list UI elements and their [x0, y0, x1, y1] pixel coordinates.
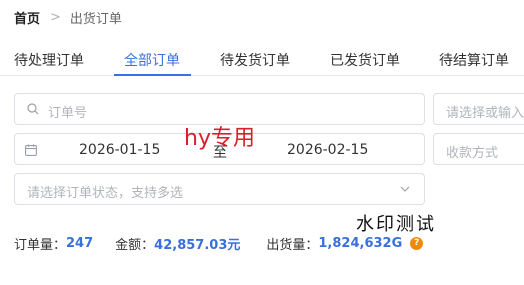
breadcrumb-home[interactable]: 首页	[14, 8, 40, 27]
date-start[interactable]: 2026-01-15	[79, 142, 160, 158]
tab-to-ship[interactable]: 待发货订单	[220, 50, 290, 70]
order-number-placeholder: 订单号	[48, 106, 88, 121]
tab-all[interactable]: 全部订单	[124, 50, 180, 70]
tab-to-settle[interactable]: 待结算订单	[439, 50, 509, 70]
payment-method-select[interactable]: 收款方式	[433, 133, 524, 165]
amount-value: 42,857.03元	[154, 237, 241, 253]
order-summary: 订单量： 247 金额： 42,857.03元 出货量： 1,824,632G …	[14, 234, 424, 253]
order-count-label: 订单量：	[14, 237, 67, 253]
calendar-icon	[25, 144, 37, 156]
date-end[interactable]: 2026-02-15	[287, 142, 368, 158]
shipped-value: 1,824,632G	[318, 235, 403, 251]
amount-label: 金额：	[115, 237, 155, 253]
tab-shipped[interactable]: 已发货订单	[330, 50, 400, 70]
right-select-input[interactable]: 请选择或输入	[433, 93, 524, 125]
tab-pending[interactable]: 待处理订单	[14, 50, 84, 70]
breadcrumb-current: 出货订单	[69, 11, 122, 27]
order-status-placeholder: 请选择订单状态，支持多选	[27, 186, 184, 201]
order-tabs: 待处理订单 全部订单 待发货订单 已发货订单 待结算订单	[0, 44, 524, 76]
search-icon	[27, 103, 39, 115]
chevron-right-icon: >	[50, 9, 61, 25]
order-count-value: 247	[66, 235, 94, 251]
payment-method-placeholder: 收款方式	[446, 146, 499, 161]
right-select-placeholder: 请选择或输入	[446, 106, 524, 121]
shipped-label: 出货量：	[266, 237, 319, 253]
date-range-separator: 至	[213, 145, 227, 161]
date-range-picker[interactable]: 2026-01-15 至 2026-02-15	[14, 133, 425, 165]
breadcrumb: 首页 > 出货订单	[14, 8, 122, 27]
question-icon[interactable]: ?	[410, 236, 424, 250]
active-tab-indicator	[114, 74, 191, 76]
watermark-text-secondary: 水印测试	[356, 214, 436, 235]
chevron-down-icon	[400, 186, 410, 192]
order-number-input[interactable]: 订单号	[14, 93, 425, 125]
order-status-select[interactable]: 请选择订单状态，支持多选	[14, 173, 425, 205]
